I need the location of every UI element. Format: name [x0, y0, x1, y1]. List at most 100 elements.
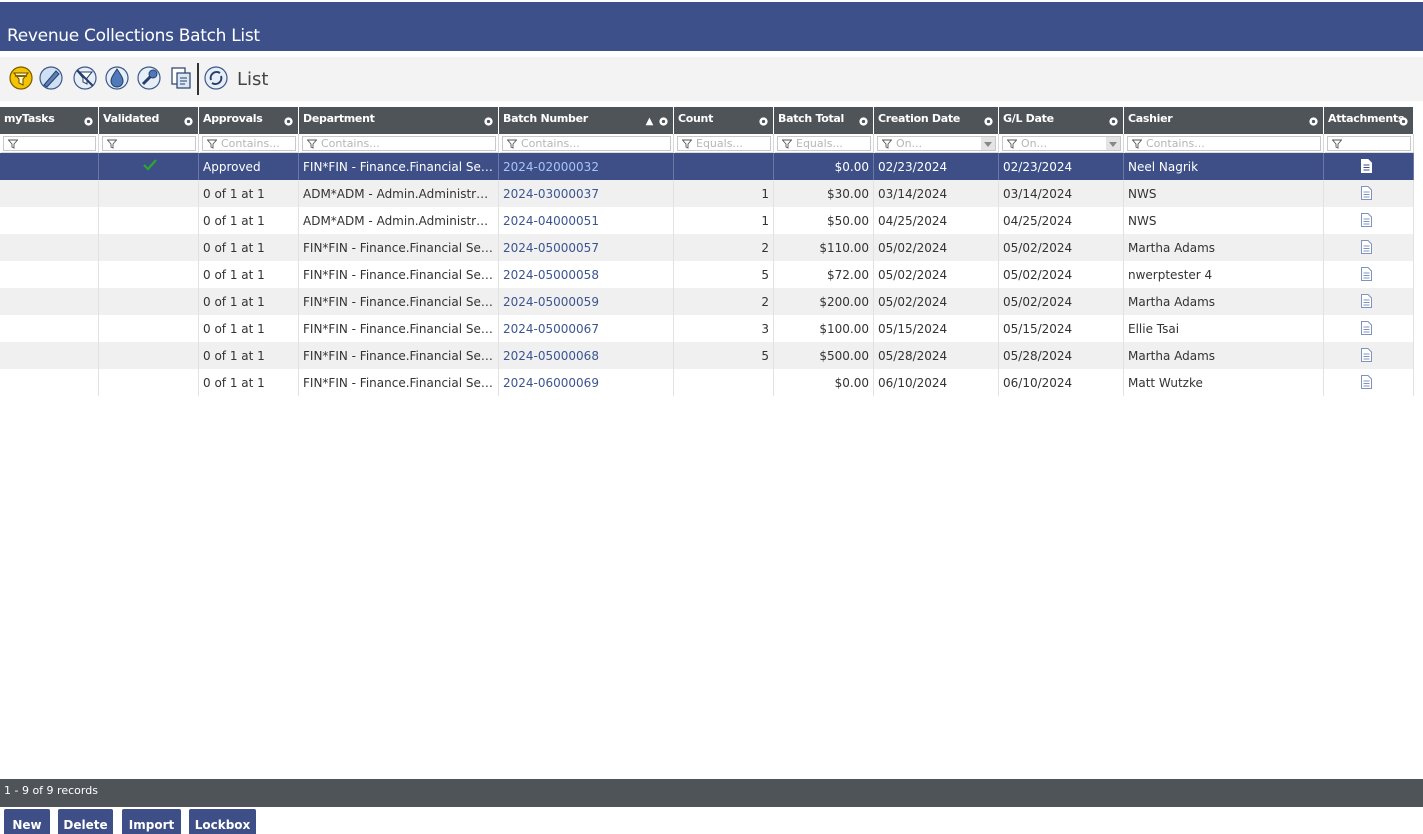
col-batch-total[interactable]: Batch Total [774, 107, 874, 134]
cell-cashier: Ellie Tsai [1124, 315, 1324, 342]
funnel-icon [782, 139, 792, 149]
filter-approvals[interactable]: Contains... [199, 134, 299, 153]
filter-mytasks[interactable] [0, 134, 99, 153]
cell-attachments[interactable] [1324, 234, 1414, 261]
document-icon[interactable] [1361, 321, 1372, 335]
filter-cashier[interactable]: Contains... [1124, 134, 1324, 153]
checkmark-icon [143, 159, 157, 171]
cell-attachments[interactable] [1324, 180, 1414, 207]
filter-icon[interactable] [8, 65, 34, 91]
cell-cashier: NWS [1124, 180, 1324, 207]
document-icon[interactable] [1361, 213, 1372, 227]
cell-attachments[interactable] [1324, 207, 1414, 234]
filter-batch-total-placeholder: Equals... [796, 137, 843, 150]
col-gl-date[interactable]: G/L Date [999, 107, 1124, 134]
export-icon[interactable] [168, 65, 194, 91]
cell-attachments[interactable] [1324, 315, 1414, 342]
col-approvals-label: Approvals [203, 112, 263, 125]
cell-attachments[interactable] [1324, 369, 1414, 396]
filter-department[interactable]: Contains... [299, 134, 499, 153]
batch-number-link[interactable]: 2024-04000051 [503, 214, 599, 228]
tools-icon[interactable] [136, 65, 162, 91]
chevron-down-icon[interactable] [1106, 137, 1120, 150]
gear-icon[interactable] [1398, 116, 1409, 127]
filter-creation-date[interactable]: On... [874, 134, 999, 153]
table-row[interactable]: 0 of 1 at 1 FIN*FIN - Finance.Financial S… [0, 342, 1414, 369]
cell-validated [99, 261, 199, 288]
batch-number-link[interactable]: 2024-06000069 [503, 376, 599, 390]
table-row[interactable]: 0 of 1 at 1 FIN*FIN - Finance.Financial S… [0, 288, 1414, 315]
cell-gl-date: 03/14/2024 [999, 180, 1124, 207]
table-row[interactable]: 0 of 1 at 1 FIN*FIN - Finance.Financial S… [0, 369, 1414, 396]
cell-attachments[interactable] [1324, 288, 1414, 315]
col-approvals[interactable]: Approvals [199, 107, 299, 134]
gear-icon[interactable] [983, 116, 994, 127]
col-batch-number[interactable]: Batch Number ▲ [499, 107, 674, 134]
import-button[interactable]: Import [122, 809, 181, 834]
batch-number-link[interactable]: 2024-02000032 [503, 160, 599, 174]
col-gl-date-label: G/L Date [1003, 112, 1054, 125]
gear-icon[interactable] [1108, 116, 1119, 127]
gear-icon[interactable] [658, 116, 669, 127]
filter-gl-date[interactable]: On... [999, 134, 1124, 153]
filter-validated[interactable] [99, 134, 199, 153]
col-department-label: Department [303, 112, 375, 125]
batch-number-link[interactable]: 2024-05000058 [503, 268, 599, 282]
document-icon[interactable] [1361, 186, 1372, 200]
document-icon[interactable] [1361, 348, 1372, 362]
table-row[interactable]: 0 of 1 at 1 ADM*ADM - Admin.Administrativ… [0, 207, 1414, 234]
cell-validated [99, 342, 199, 369]
col-department[interactable]: Department [299, 107, 499, 134]
table-row[interactable]: 0 of 1 at 1 FIN*FIN - Finance.Financial S… [0, 261, 1414, 288]
batch-number-link[interactable]: 2024-03000037 [503, 187, 599, 201]
document-icon[interactable] [1361, 375, 1372, 389]
batch-number-link[interactable]: 2024-05000067 [503, 322, 599, 336]
gear-icon[interactable] [83, 116, 94, 127]
toolbar: List [0, 57, 1423, 101]
cell-cashier: Martha Adams [1124, 288, 1324, 315]
gear-icon[interactable] [483, 116, 494, 127]
gear-icon[interactable] [758, 116, 769, 127]
drop-icon[interactable] [104, 65, 130, 91]
grid-header: myTasks Validated Approvals Department B… [0, 107, 1414, 134]
new-button[interactable]: New [4, 809, 50, 834]
refresh-icon[interactable] [203, 65, 229, 91]
document-icon[interactable] [1361, 294, 1372, 308]
cell-attachments[interactable] [1324, 342, 1414, 369]
col-mytasks[interactable]: myTasks [0, 107, 99, 134]
table-row[interactable]: 0 of 1 at 1 FIN*FIN - Finance.Financial S… [0, 315, 1414, 342]
gear-icon[interactable] [858, 116, 869, 127]
document-icon[interactable] [1361, 159, 1372, 173]
col-cashier[interactable]: Cashier [1124, 107, 1324, 134]
delete-button[interactable]: Delete [58, 809, 113, 834]
cell-mytasks [0, 180, 99, 207]
edit-icon[interactable] [38, 65, 64, 91]
col-count[interactable]: Count [674, 107, 774, 134]
filter-batch-number[interactable]: Contains... [499, 134, 674, 153]
table-row[interactable]: Approved FIN*FIN - Finance.Financial Serv… [0, 153, 1414, 180]
filter-count[interactable]: Equals... [674, 134, 774, 153]
gear-icon[interactable] [1308, 116, 1319, 127]
lockbox-button[interactable]: Lockbox [189, 809, 256, 834]
cell-attachments[interactable] [1324, 153, 1414, 180]
batch-number-link[interactable]: 2024-05000068 [503, 349, 599, 363]
clear-icon[interactable] [72, 65, 98, 91]
sort-ascending-icon[interactable]: ▲ [646, 116, 654, 127]
document-icon[interactable] [1361, 240, 1372, 254]
col-creation-date[interactable]: Creation Date [874, 107, 999, 134]
col-attachments[interactable]: Attachments [1324, 107, 1414, 134]
cell-department: FIN*FIN - Finance.Financial Services [299, 369, 499, 396]
batch-number-link[interactable]: 2024-05000059 [503, 295, 599, 309]
gear-icon[interactable] [183, 116, 194, 127]
table-row[interactable]: 0 of 1 at 1 FIN*FIN - Finance.Financial S… [0, 234, 1414, 261]
filter-batch-total[interactable]: Equals... [774, 134, 874, 153]
filter-attachments[interactable] [1324, 134, 1414, 153]
gear-icon[interactable] [283, 116, 294, 127]
batch-number-link[interactable]: 2024-05000057 [503, 241, 599, 255]
chevron-down-icon[interactable] [981, 137, 995, 150]
table-row[interactable]: 0 of 1 at 1 ADM*ADM - Admin.Administrativ… [0, 180, 1414, 207]
cell-count: 3 [674, 315, 774, 342]
cell-attachments[interactable] [1324, 261, 1414, 288]
document-icon[interactable] [1361, 267, 1372, 281]
col-validated[interactable]: Validated [99, 107, 199, 134]
